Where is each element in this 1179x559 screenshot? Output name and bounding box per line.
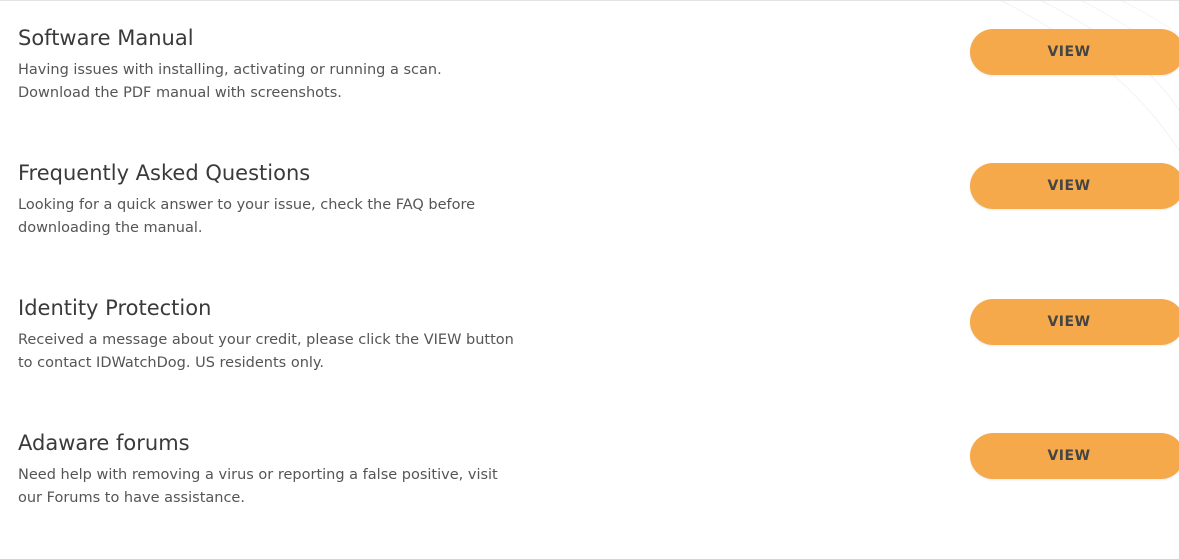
item-description: Having issues with installing, activatin… [18,59,778,105]
view-button[interactable]: VIEW [970,433,1179,479]
help-item-adaware-forums: Adaware forums Need help with removing a… [0,429,1179,559]
item-description-line: Received a message about your credit, pl… [18,332,514,348]
view-button[interactable]: VIEW [970,299,1179,345]
item-description-line: Need help with removing a virus or repor… [18,467,498,483]
item-title: Adaware forums [18,431,190,455]
item-description-line: our Forums to have assistance. [18,490,245,506]
item-title: Frequently Asked Questions [18,161,311,185]
item-description-line: downloading the manual. [18,220,203,236]
item-description-line: Having issues with installing, activatin… [18,62,442,78]
item-description-line: Looking for a quick answer to your issue… [18,197,476,213]
help-item-faq: Frequently Asked Questions Looking for a… [0,159,1179,289]
item-description-line: to contact IDWatchDog. US residents only… [18,355,325,371]
help-item-identity-protection: Identity Protection Received a message a… [0,294,1179,424]
item-title: Software Manual [18,26,194,50]
help-item-software-manual: Software Manual Having issues with insta… [0,24,1179,154]
item-title: Identity Protection [18,296,212,320]
top-divider [0,0,1179,1]
item-description: Received a message about your credit, pl… [18,329,778,375]
item-description: Looking for a quick answer to your issue… [18,194,778,240]
view-button[interactable]: VIEW [970,29,1179,75]
item-description: Need help with removing a virus or repor… [18,464,778,510]
view-button[interactable]: VIEW [970,163,1179,209]
item-description-line: Download the PDF manual with screenshots… [18,85,342,101]
